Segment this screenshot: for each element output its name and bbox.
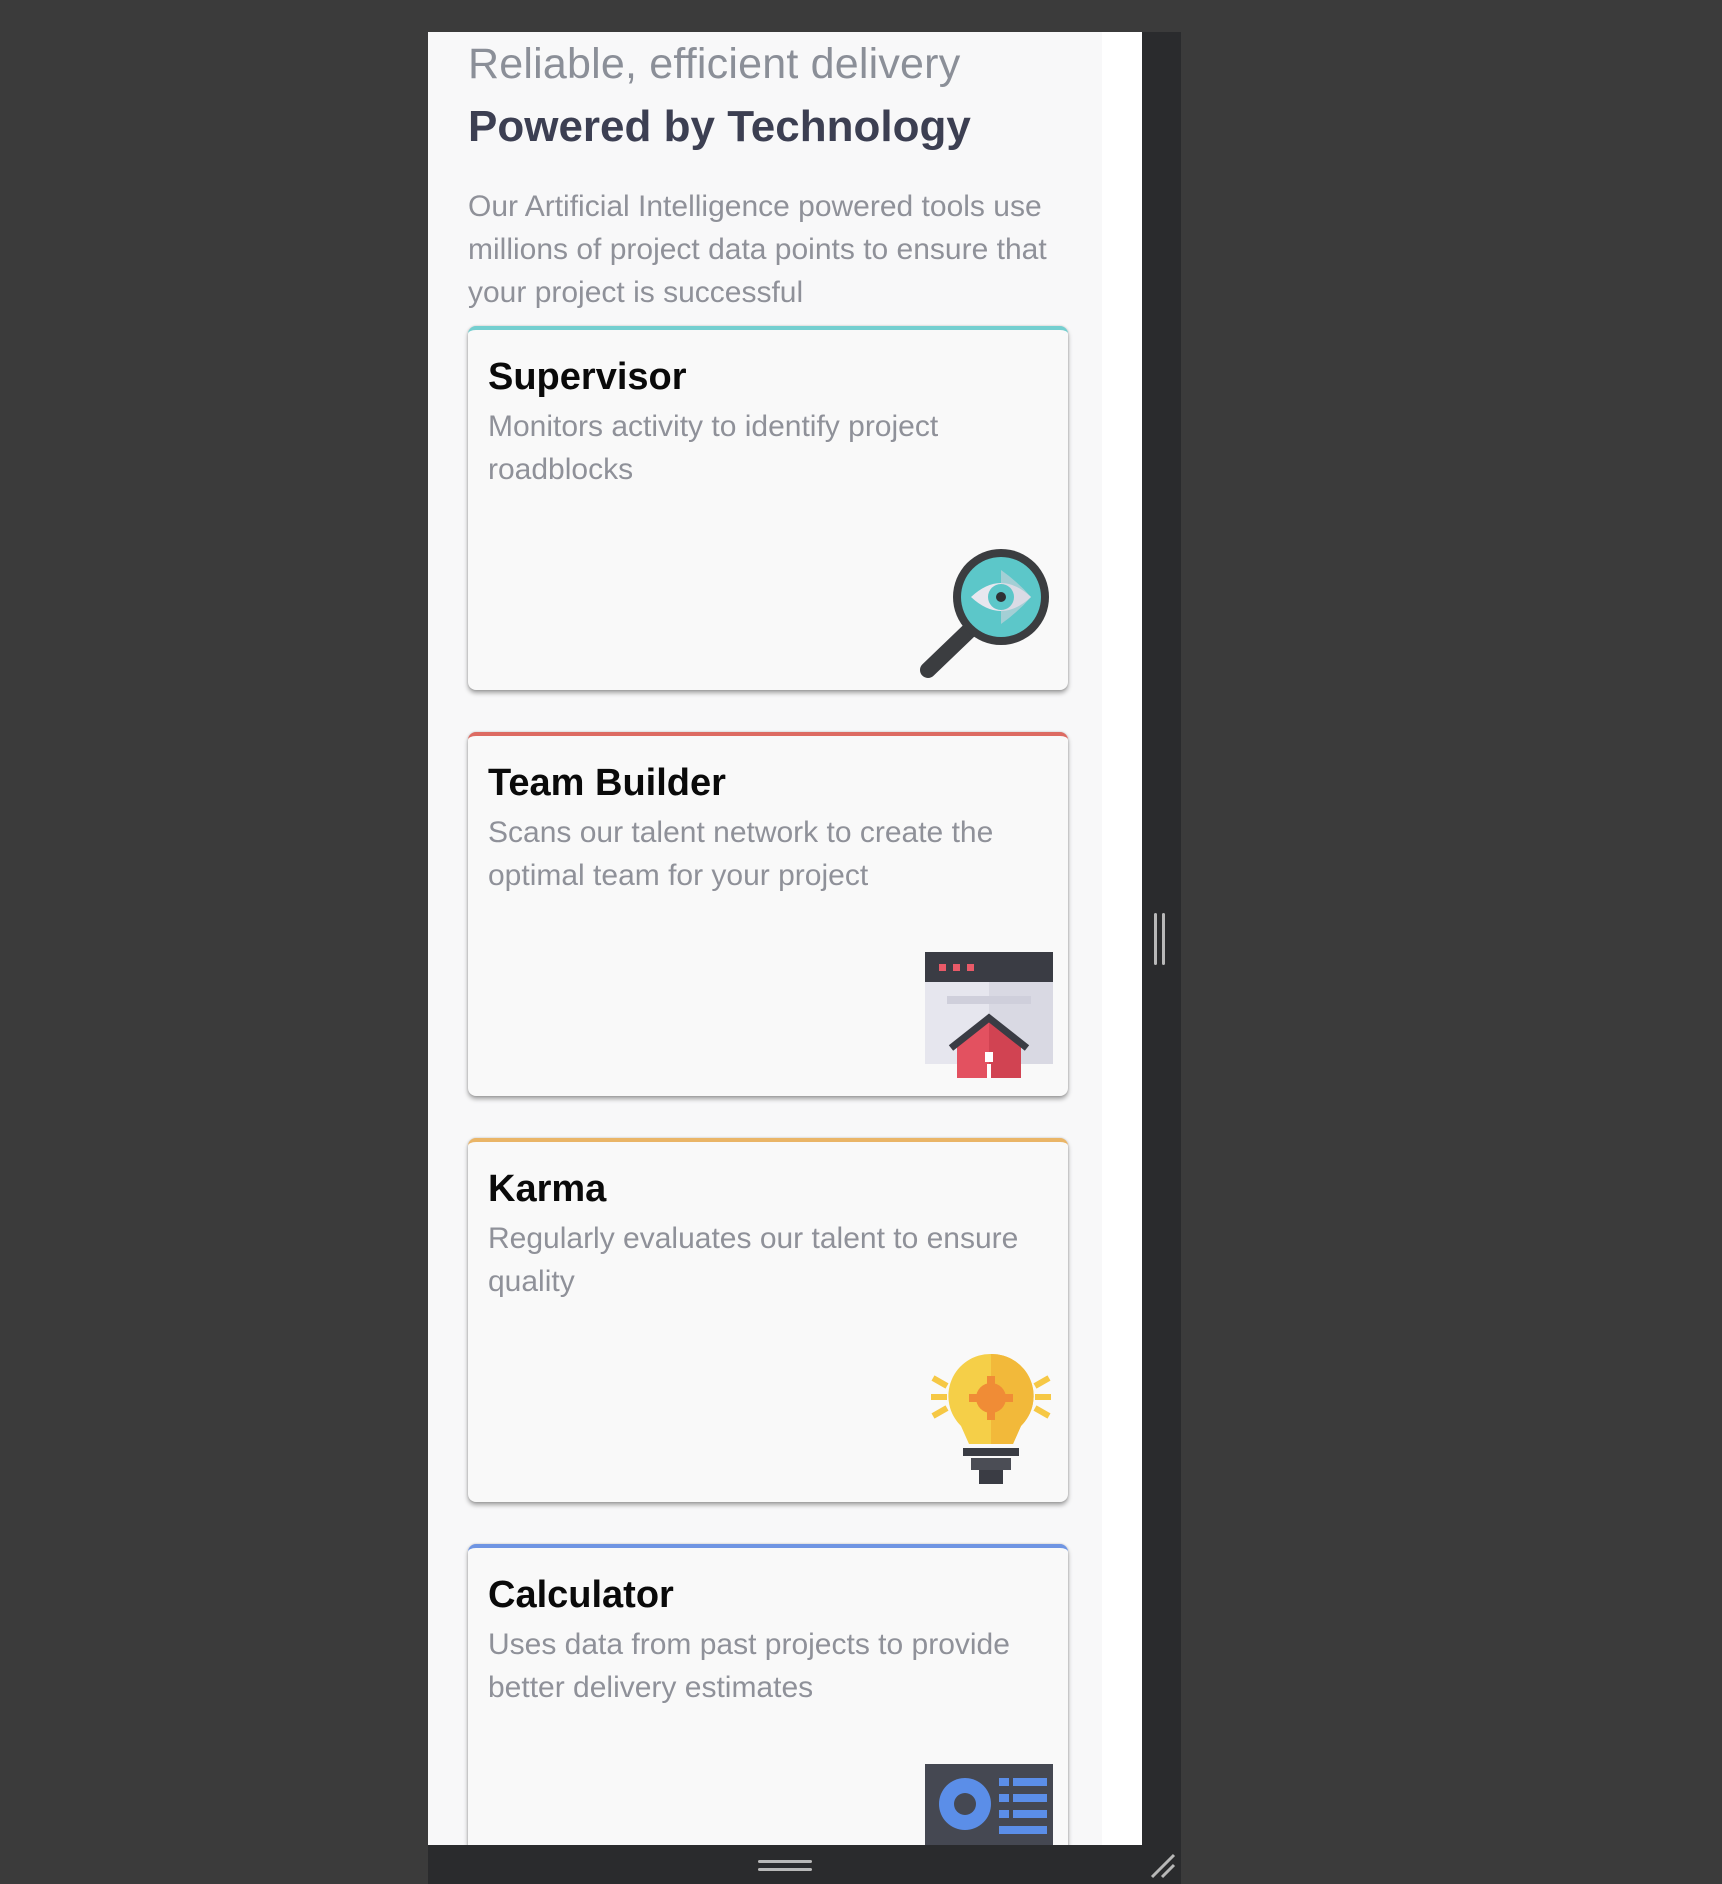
card-title: Calculator: [488, 1574, 674, 1616]
browser-house-icon: [925, 952, 1053, 1078]
card-description: Uses data from past projects to provide …: [488, 1628, 1010, 1704]
resize-grip-icon[interactable]: [1148, 1851, 1176, 1879]
card-title: Supervisor: [488, 356, 687, 398]
tool-card-karma: Karma Regularly evaluates our talent to …: [468, 1138, 1068, 1502]
card-description: Scans our talent network to create the o…: [488, 816, 994, 892]
section-headline: Powered by Technology: [468, 102, 971, 151]
tool-card-team-builder: Team Builder Scans our talent network to…: [468, 732, 1068, 1096]
magnifier-eye-icon: [920, 549, 1049, 678]
vertical-resize-handle[interactable]: [1154, 913, 1168, 965]
dashboard-list-icon: [925, 1764, 1053, 1845]
tool-card-calculator: Calculator Uses data from past projects …: [468, 1544, 1068, 1845]
card-description: Monitors activity to identify project ro…: [488, 410, 939, 486]
preview-viewport[interactable]: Reliable, efficient delivery Powered by …: [428, 32, 1142, 1845]
horizontal-resize-handle[interactable]: [758, 1860, 812, 1874]
tool-card-supervisor: Supervisor Monitors activity to identify…: [468, 326, 1068, 690]
technology-section: Reliable, efficient delivery Powered by …: [428, 32, 1102, 1845]
lightbulb-gear-icon: [931, 1353, 1051, 1484]
card-title: Karma: [488, 1168, 607, 1210]
card-title: Team Builder: [488, 762, 726, 804]
card-description: Regularly evaluates our talent to ensure…: [488, 1222, 1019, 1298]
section-intro: Our Artificial Intelligence powered tool…: [468, 190, 1047, 309]
section-eyebrow: Reliable, efficient delivery: [468, 40, 961, 88]
